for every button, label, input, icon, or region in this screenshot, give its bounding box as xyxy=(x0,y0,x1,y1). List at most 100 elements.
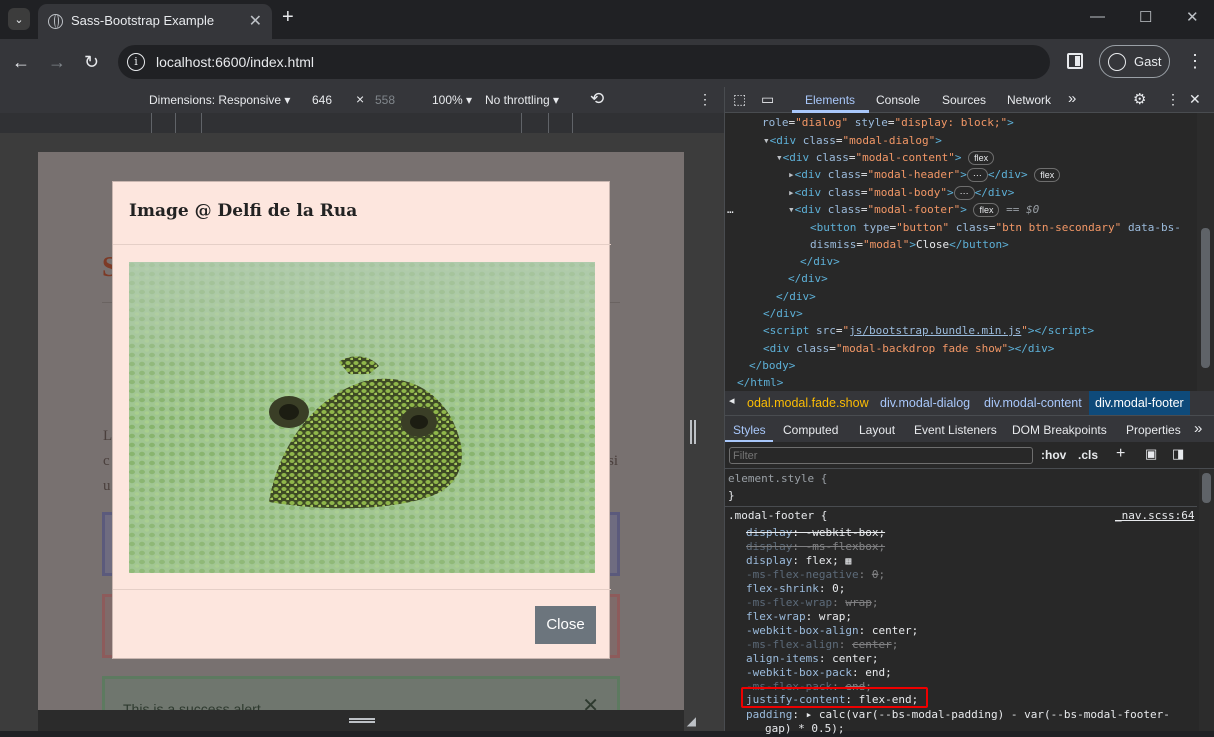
site-info-icon[interactable]: i xyxy=(127,53,145,71)
dom-node[interactable]: </body> xyxy=(749,357,795,374)
browser-menu-icon[interactable]: ⋮ xyxy=(1186,52,1204,70)
modal-footer: Close xyxy=(113,589,611,660)
width-input[interactable]: 646 xyxy=(312,93,332,107)
browser-tab[interactable]: Sass-Bootstrap Example ✕ xyxy=(38,4,272,39)
new-tab-button[interactable]: + xyxy=(282,6,294,29)
tab-computed[interactable]: Computed xyxy=(783,423,838,437)
paint-bucket-icon[interactable]: ▣ xyxy=(1145,446,1157,462)
close-brace: } xyxy=(728,489,735,502)
page-paragraph: c xyxy=(103,453,110,469)
rule-source-link[interactable]: _nav.scss:64 xyxy=(1115,507,1194,524)
dom-node-selected[interactable]: ▾<div class="modal-footer"> flex == $0 xyxy=(788,201,1039,218)
dom-node[interactable]: <script src="js/bootstrap.bundle.min.js"… xyxy=(763,322,1094,339)
close-button[interactable]: Close xyxy=(535,606,596,644)
flex-badge[interactable]: flex xyxy=(1034,168,1061,182)
tab-console[interactable]: Console xyxy=(876,93,920,107)
dom-node[interactable]: ▾<div class="modal-dialog"> xyxy=(763,132,942,149)
dom-node[interactable]: </div> xyxy=(776,288,816,305)
height-input[interactable]: 558 xyxy=(375,93,395,107)
viewport-resize-handle[interactable] xyxy=(690,420,696,444)
viewport-resize-bar[interactable]: ◢ xyxy=(38,710,696,731)
breadcrumb-item[interactable]: odal.modal.fade.show xyxy=(747,396,869,410)
dom-node[interactable]: </div> xyxy=(800,253,840,270)
tab-event-listeners[interactable]: Event Listeners xyxy=(914,423,997,437)
forward-arrow-icon[interactable]: → xyxy=(48,52,66,73)
dom-node[interactable]: role="dialog" style="display: block;"> xyxy=(762,114,1014,131)
dom-node[interactable]: <button type="button" class="btn btn-sec… xyxy=(810,219,1181,236)
zoom-select[interactable]: 100% ▾ xyxy=(432,93,472,107)
ellipsis-badge[interactable]: ⋯ xyxy=(953,186,975,200)
dom-tree[interactable]: role="dialog" style="display: block;"> ▾… xyxy=(725,113,1197,391)
tab-layout[interactable]: Layout xyxy=(859,423,895,437)
dimensions-select[interactable]: Dimensions: Responsive ▾ xyxy=(149,93,290,107)
throttling-select[interactable]: No throttling ▾ xyxy=(485,93,559,107)
profile-button[interactable]: Gast xyxy=(1099,45,1170,78)
devtools-menu-icon[interactable]: ⋮ xyxy=(1166,91,1180,108)
back-arrow-icon[interactable]: ← xyxy=(12,52,30,73)
dom-node[interactable]: ▸<div class="modal-header"> ⋯ </div> flex xyxy=(788,166,1061,183)
styles-filter-input[interactable] xyxy=(729,447,1033,464)
alert-close-icon[interactable]: ✕ xyxy=(582,693,599,710)
modal-header: Image @ Delfi de la Rua xyxy=(113,182,611,245)
dom-node[interactable]: </html> xyxy=(737,374,783,391)
cls-toggle[interactable]: .cls xyxy=(1078,448,1098,462)
inspect-element-icon[interactable]: ⬚ xyxy=(733,91,746,108)
dom-tree-scrollbar[interactable] xyxy=(1197,113,1214,391)
highlight-box xyxy=(741,687,928,708)
styles-tabbar: Styles Computed Layout Event Listeners D… xyxy=(725,415,1214,442)
breadcrumb-item[interactable]: div.modal-dialog xyxy=(880,396,970,410)
sidebar-toggle-icon[interactable]: ◨ xyxy=(1172,446,1184,462)
styles-scrollbar[interactable] xyxy=(1199,469,1214,731)
dom-node[interactable]: </div> xyxy=(788,270,828,287)
rule-selector[interactable]: .modal-footer { xyxy=(728,507,827,524)
devtools-tabbar: ⬚ ▭ Elements Console Sources Network » ⚙… xyxy=(725,87,1214,113)
dollar-zero-label: == $0 xyxy=(1006,203,1040,216)
dom-node[interactable]: ▸<div class="modal-body"> ⋯ </div> xyxy=(788,184,1014,201)
element-style-rule[interactable]: element.style { xyxy=(728,470,827,487)
breadcrumb-item[interactable]: div.modal-content xyxy=(984,396,1082,410)
url-text: localhost:6600/index.html xyxy=(156,54,314,70)
swap-dimensions-icon[interactable]: × xyxy=(356,91,364,107)
address-bar[interactable]: i localhost:6600/index.html xyxy=(118,45,1050,79)
resize-corner-icon[interactable]: ◢ xyxy=(687,714,696,728)
page-paragraph: L xyxy=(103,428,113,444)
tab-search-chevron-icon[interactable]: ⌄ xyxy=(8,8,30,30)
media-query-ruler[interactable] xyxy=(0,113,724,133)
dom-node-menu-icon[interactable]: … xyxy=(727,201,734,218)
settings-gear-icon[interactable]: ⚙ xyxy=(1133,90,1146,108)
new-rule-icon[interactable]: + xyxy=(1116,445,1125,463)
flex-badge[interactable]: flex xyxy=(968,151,995,165)
dom-node[interactable]: ▾<div class="modal-content"> flex xyxy=(776,149,995,166)
reload-icon[interactable]: ↻ xyxy=(84,52,99,73)
dom-node[interactable]: </div> xyxy=(763,305,803,322)
breadcrumb-back-icon[interactable]: ◂ xyxy=(729,394,735,407)
alert-text: This is a success alert xyxy=(123,701,261,710)
styles-filter-bar: :hov .cls + ▣ ◨ xyxy=(725,442,1214,469)
tab-sources[interactable]: Sources xyxy=(942,93,986,107)
dom-node[interactable]: dismiss="modal">Close</button> xyxy=(810,236,1009,253)
device-toggle-icon[interactable]: ▭ xyxy=(761,91,774,108)
tab-network[interactable]: Network xyxy=(1007,93,1051,107)
minimize-icon[interactable]: — xyxy=(1090,8,1105,25)
side-panel-icon[interactable] xyxy=(1067,53,1083,69)
tab-close-icon[interactable]: ✕ xyxy=(249,11,262,31)
tab-dom-breakpoints[interactable]: DOM Breakpoints xyxy=(1012,423,1107,437)
more-tabs-icon[interactable]: » xyxy=(1068,90,1076,107)
css-declaration[interactable]: gap) * 0.5); xyxy=(765,720,844,737)
flex-badge[interactable]: flex xyxy=(973,203,1000,217)
tab-styles[interactable]: Styles xyxy=(733,423,766,437)
tab-properties[interactable]: Properties xyxy=(1126,423,1181,437)
tab-title: Sass-Bootstrap Example xyxy=(71,13,215,28)
window-close-icon[interactable]: ✕ xyxy=(1186,8,1199,26)
modal-dialog: Image @ Delfi de la Rua Close xyxy=(112,181,611,660)
breadcrumb-item-selected[interactable]: div.modal-footer xyxy=(1089,391,1190,415)
tab-elements[interactable]: Elements xyxy=(805,93,855,107)
devtools-close-icon[interactable]: ✕ xyxy=(1189,91,1201,108)
more-styles-tabs-icon[interactable]: » xyxy=(1194,420,1202,437)
rotate-icon[interactable]: ⟲ xyxy=(590,89,604,109)
dom-node[interactable]: <div class="modal-backdrop fade show"></… xyxy=(763,340,1054,357)
hov-toggle[interactable]: :hov xyxy=(1041,448,1066,462)
ellipsis-badge[interactable]: ⋯ xyxy=(966,168,988,182)
device-more-icon[interactable]: ⋮ xyxy=(698,91,712,108)
maximize-icon[interactable]: ☐ xyxy=(1139,8,1152,26)
